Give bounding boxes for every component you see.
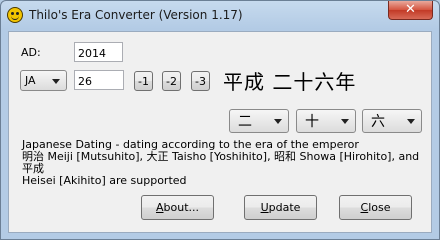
era-select[interactable]: JA — [20, 70, 67, 91]
about-button-label: About... — [155, 201, 200, 214]
kanji-digit-select-1[interactable]: 二 — [229, 109, 289, 133]
minus-2-button[interactable]: -2 — [162, 71, 181, 91]
close-icon: ✕ — [405, 2, 416, 17]
close-button-label: Close — [360, 201, 391, 214]
minus-1-label: -1 — [138, 75, 149, 88]
era-select-value: JA — [25, 74, 36, 87]
kanji-digit-3-value: 六 — [371, 114, 385, 130]
minus-3-label: -3 — [195, 75, 206, 88]
minus-1-button[interactable]: -1 — [134, 71, 153, 91]
close-button[interactable]: Close — [339, 195, 412, 220]
window-title: Thilo's Era Converter (Version 1.17) — [29, 8, 243, 22]
window-close-button[interactable]: ✕ — [388, 1, 433, 20]
about-button[interactable]: About... — [141, 195, 214, 220]
chevron-down-icon — [407, 119, 415, 124]
update-button[interactable]: Update — [244, 195, 317, 220]
client-area: AD: JA -1 -2 -3 平成 二十六年 二 十 六 — [8, 31, 432, 233]
ad-label: AD: — [21, 46, 41, 59]
kanji-digit-2-value: 十 — [305, 114, 319, 130]
minus-3-button[interactable]: -3 — [191, 71, 210, 91]
update-button-label: Update — [260, 201, 301, 214]
info-line-2: 明治 Meiji [Mutsuhito], 大正 Taisho [Yoshihi… — [22, 150, 420, 175]
ad-year-input[interactable] — [74, 42, 123, 62]
chevron-down-icon — [52, 78, 60, 84]
info-line-3: Heisei [Akihito] are supported — [22, 174, 187, 187]
title-bar[interactable]: Thilo's Era Converter (Version 1.17) ✕ — [1, 1, 439, 31]
era-year-input[interactable] — [74, 70, 124, 90]
kanji-digit-1-value: 二 — [238, 114, 252, 130]
info-text: Japanese Dating - dating according to th… — [22, 139, 422, 187]
kanji-digit-select-3[interactable]: 六 — [362, 109, 422, 133]
chevron-down-icon — [341, 119, 349, 124]
kanji-year-display: 平成 二十六年 — [223, 70, 357, 94]
kanji-digit-select-2[interactable]: 十 — [296, 109, 356, 133]
minus-2-label: -2 — [166, 75, 177, 88]
chevron-down-icon — [274, 119, 282, 124]
app-window: Thilo's Era Converter (Version 1.17) ✕ A… — [0, 0, 440, 240]
smiley-app-icon — [7, 7, 23, 23]
